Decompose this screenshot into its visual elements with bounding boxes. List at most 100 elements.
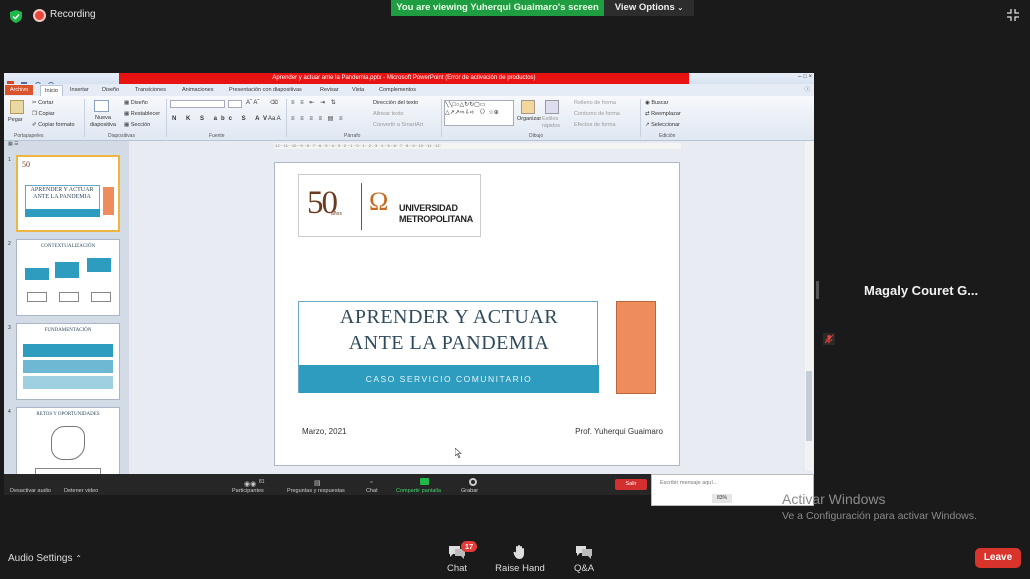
maximize-icon[interactable]: □	[803, 74, 807, 80]
participants-count: 81	[259, 479, 265, 485]
logo-university: UNIVERSIDAD	[399, 203, 458, 213]
quick-styles-button[interactable]: Estilos rápidos	[542, 116, 570, 130]
arrange-icon[interactable]	[521, 100, 535, 114]
new-slide-button[interactable]: Nueva diapositiva	[88, 115, 118, 129]
find-button[interactable]: ◉ Buscar	[645, 100, 668, 107]
slide-date: Marzo, 2021	[302, 427, 347, 436]
scrollbar-thumb[interactable]	[806, 371, 812, 441]
qa-button[interactable]: Preguntas y respuestas	[287, 488, 345, 494]
arrange-button[interactable]: Organizar	[517, 116, 541, 123]
font-size-dropdown[interactable]	[228, 100, 242, 108]
raise-hand-label: Raise Hand	[495, 563, 545, 574]
leave-meeting-button-shared[interactable]: Salir	[615, 479, 647, 490]
quick-styles-icon[interactable]	[545, 100, 559, 114]
participants-icon[interactable]: ◉◉	[244, 480, 256, 488]
smartart-button[interactable]: Convertir a SmartArt	[373, 122, 423, 129]
help-icon[interactable]: ⓘ	[804, 85, 810, 95]
mute-audio-button[interactable]: Desactivar audio	[10, 488, 51, 494]
menu-inicio[interactable]: Inicio	[40, 85, 63, 96]
qa-toolbar-button[interactable]: Q&A	[554, 544, 614, 574]
menu-animaciones[interactable]: Animaciones	[182, 85, 214, 95]
record-button[interactable]: Grabar	[461, 488, 478, 494]
replace-button[interactable]: ⇄ Reemplazar	[645, 111, 681, 118]
view-options-button[interactable]: View Options ⌄	[604, 0, 694, 16]
slide-thumbnail-1[interactable]: 50 APRENDER Y ACTUAR ANTE LA PANDEMIA	[16, 155, 120, 232]
align-buttons[interactable]: ≡ ≡ ≡ ≡ ▤ ≡	[291, 116, 345, 123]
current-slide[interactable]: 50 años Ω UNIVERSIDAD METROPOLITANA APRE…	[274, 162, 680, 466]
menu-complementos[interactable]: Complementos	[379, 85, 416, 95]
chat-button[interactable]: Chat	[366, 488, 378, 494]
group-slides: Diapositivas	[108, 133, 135, 139]
shape-fill-button[interactable]: Relleno de forma	[574, 100, 616, 107]
thumb-logo: 50	[22, 160, 30, 169]
qa-icon[interactable]: ▤	[314, 479, 321, 487]
close-icon[interactable]: ×	[808, 74, 812, 80]
minimize-icon[interactable]: –	[798, 74, 801, 80]
shapes-gallery[interactable]: ╲╲□○△↻↻▢▭ △↗↗⇨⇩➪ 〈〉☆⊕	[444, 100, 514, 126]
participants-button[interactable]: Participantes	[232, 488, 264, 494]
record-icon[interactable]	[469, 478, 477, 486]
share-screen-button[interactable]: Compartir pantalla	[396, 488, 441, 494]
slide-title-line1: APRENDER Y ACTUAR	[339, 306, 559, 328]
stop-video-button[interactable]: Detener video	[64, 488, 98, 494]
panel-tabs[interactable]: ▦ ☰	[8, 141, 68, 147]
menu-insertar[interactable]: Insertar	[70, 85, 89, 95]
text-direction-button[interactable]: Dirección del texto	[373, 100, 418, 107]
chat-icon[interactable]: ▫	[370, 479, 372, 486]
thumb-title: RETOS Y OPORTUNIDADES	[36, 412, 100, 417]
copy-button[interactable]: ❐ Copiar	[32, 111, 55, 118]
security-shield-icon[interactable]	[10, 10, 22, 23]
font-name-dropdown[interactable]	[170, 100, 225, 108]
ppt-titlebar: Aprender y actuar ante la Pandemia.pptx …	[4, 73, 814, 88]
viewing-screen-banner: You are viewing Yuherqui Guaimaro's scre…	[391, 0, 604, 16]
raise-hand-button[interactable]: Raise Hand	[490, 544, 550, 574]
shape-effects-button[interactable]: Efectos de forma	[574, 122, 616, 129]
share-screen-icon[interactable]	[420, 478, 429, 485]
font-color-icon[interactable]: Aa A	[268, 116, 281, 123]
decorative-orange-rectangle	[616, 301, 656, 394]
list-buttons[interactable]: ≡ ≡ ⇤ ⇥ ⇅	[291, 100, 338, 107]
slide-thumbnail-3[interactable]: FUNDAMENTACIÓN	[16, 323, 120, 400]
menu-diseno[interactable]: Diseño	[102, 85, 119, 95]
cut-button[interactable]: ✂ Cortar	[32, 100, 53, 107]
menu-vista[interactable]: Vista	[352, 85, 364, 95]
font-style-buttons[interactable]: N K S abc S AV	[172, 116, 271, 123]
thumb-map	[51, 426, 85, 460]
group-editing: Edición	[659, 133, 676, 139]
slide-thumbnail-4[interactable]: RETOS Y OPORTUNIDADES	[16, 407, 120, 484]
font-grow-icon[interactable]: Aˆ Aˇ	[246, 100, 259, 107]
menu-transiciones[interactable]: Transiciones	[135, 85, 166, 95]
menu-revisar[interactable]: Revisar	[320, 85, 339, 95]
chat-toolbar-button[interactable]: Chat	[427, 544, 487, 574]
paste-icon[interactable]	[10, 100, 24, 114]
ppt-ribbon: Pegar ✂ Cortar ❐ Copiar ✐ Copiar formato…	[4, 96, 814, 141]
chat-unread-badge: 17	[461, 541, 477, 552]
new-slide-icon[interactable]	[94, 100, 109, 112]
audio-settings-button[interactable]: Audio Settings ⌃	[8, 553, 82, 564]
align-text-button[interactable]: Alinear texto	[373, 111, 404, 118]
vertical-scrollbar[interactable]	[805, 141, 813, 471]
paste-button[interactable]: Pegar	[8, 117, 23, 124]
thumb-orange-rect	[103, 187, 114, 215]
select-button[interactable]: ↗ Seleccionar	[645, 122, 680, 129]
section-button[interactable]: ▦ Sección	[124, 122, 150, 129]
shape-outline-button[interactable]: Contorno de forma	[574, 111, 620, 118]
reset-button[interactable]: ▦ Restablecer	[124, 111, 160, 118]
menu-archivo[interactable]: Archivo	[5, 85, 33, 95]
format-painter-button[interactable]: ✐ Copiar formato	[32, 122, 75, 129]
panel-resize-handle[interactable]	[816, 281, 819, 299]
slide-title-box: APRENDER Y ACTUAR ANTE LA PANDEMIA CASO …	[298, 301, 599, 393]
chevron-down-icon: ⌄	[677, 5, 684, 12]
ppt-workspace: ▦ ☰ 1 50 APRENDER Y ACTUAR ANTE LA PANDE…	[4, 141, 814, 495]
slide-thumbnail-2[interactable]: CONTEXTUALIZACIÓN	[16, 239, 120, 316]
thumb-number: 2	[8, 241, 11, 247]
qa-toolbar-label: Q&A	[573, 563, 595, 574]
leave-button[interactable]: Leave	[975, 548, 1021, 568]
layout-icon: ▦	[124, 100, 131, 106]
clear-format-icon[interactable]: ⌫	[270, 100, 278, 107]
exit-fullscreen-icon[interactable]	[1006, 8, 1020, 22]
menu-presentacion[interactable]: Presentación con diapositivas	[229, 85, 302, 95]
participant-name: Magaly Couret G...	[864, 283, 979, 298]
ppt-menubar: Archivo Inicio Insertar Diseño Transicio…	[4, 84, 814, 96]
layout-button[interactable]: ▦ Diseño	[124, 100, 148, 107]
